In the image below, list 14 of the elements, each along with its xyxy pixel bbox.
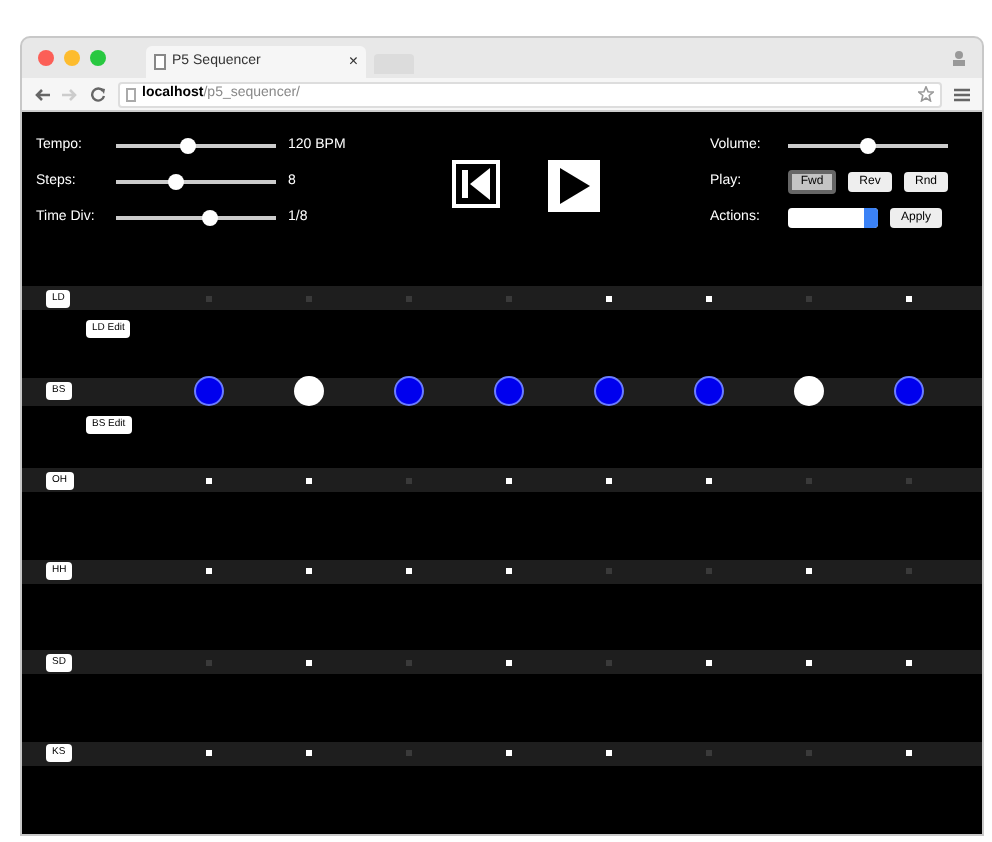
menu-icon[interactable] [954,87,970,101]
slider-thumb[interactable] [167,174,184,190]
slider-thumb[interactable] [180,138,197,154]
play-icon[interactable] [548,160,600,212]
reload-icon[interactable] [90,86,106,102]
star-icon[interactable] [918,86,934,102]
skip-back-icon[interactable] [452,160,500,208]
tab-close-button[interactable]: × [348,50,358,74]
page-icon [126,87,136,101]
back-arrow-icon[interactable] [34,87,50,101]
actions-dropdown[interactable] [788,208,878,228]
slider-thumb[interactable] [202,210,219,226]
page-icon [154,54,166,70]
slider-thumb[interactable] [860,138,876,154]
